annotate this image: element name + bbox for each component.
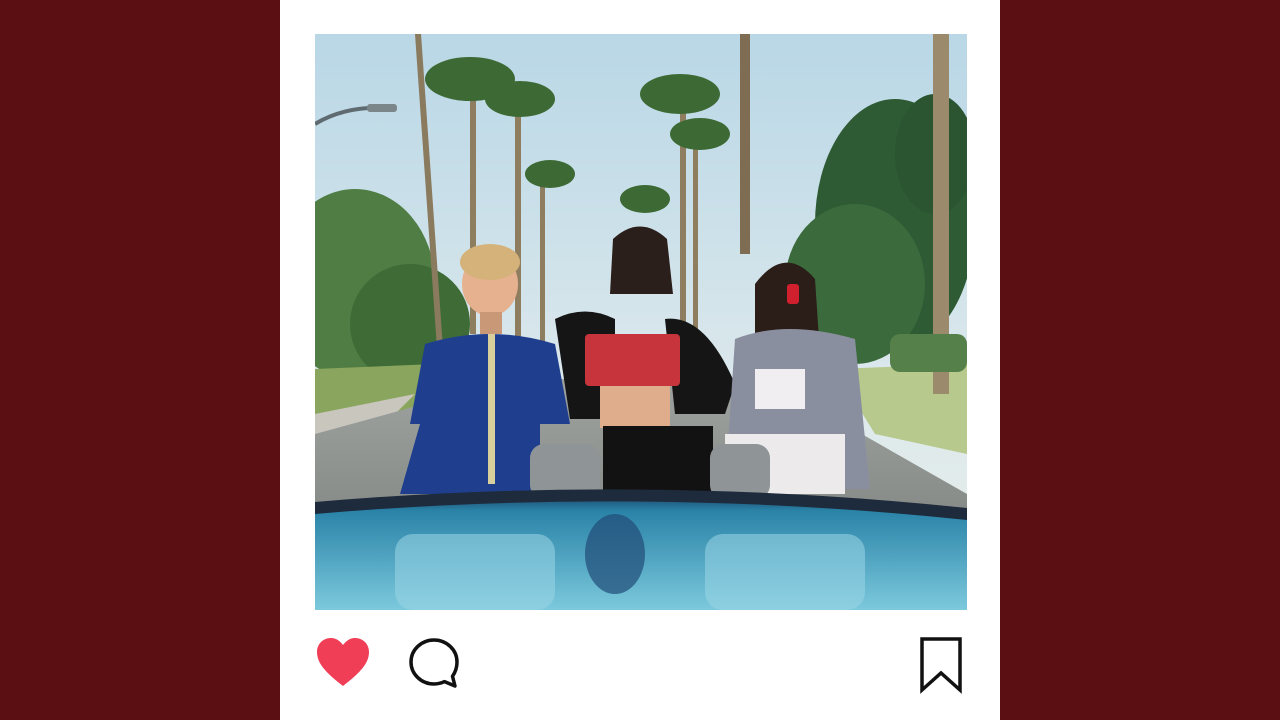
post-photo-illustration [315, 34, 967, 610]
post-card [280, 0, 1000, 720]
post-photo[interactable] [315, 34, 967, 610]
heart-icon[interactable] [315, 636, 371, 690]
post-action-bar [315, 630, 967, 700]
comment-bubble-icon[interactable] [407, 636, 461, 690]
bookmark-icon[interactable] [918, 636, 964, 694]
